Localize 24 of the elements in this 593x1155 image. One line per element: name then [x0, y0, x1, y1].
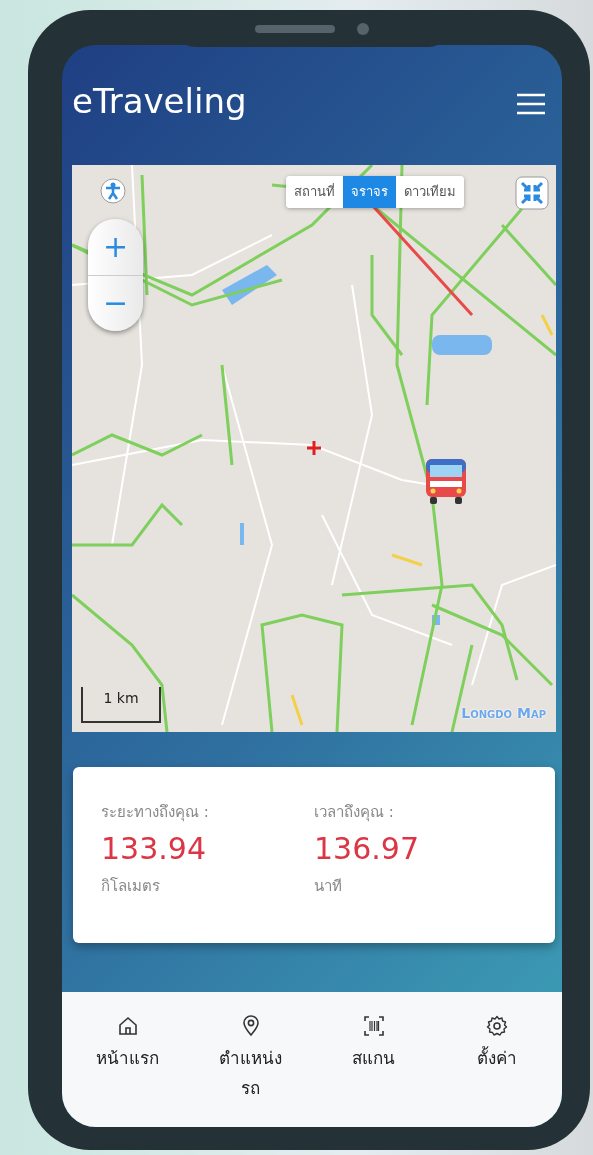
settings-icon [484, 1014, 509, 1038]
nav-item[interactable]: สแกน [312, 1014, 435, 1074]
layer-tab[interactable]: ดาวเทียม [396, 176, 464, 208]
fullscreen-icon[interactable] [515, 176, 549, 210]
barcode-scan-icon [361, 1014, 386, 1038]
info-value: 136.97 [314, 831, 420, 865]
layer-tab[interactable]: สถานที่ [286, 176, 343, 208]
speaker-icon [255, 24, 335, 33]
info-label: เวลาถึงคุณ : [314, 802, 395, 824]
info-value: 133.94 [101, 831, 207, 865]
info-unit: นาที [314, 875, 343, 897]
info-unit: กิโลเมตร [101, 875, 161, 897]
info-label: ระยะทางถึงคุณ : [101, 802, 210, 824]
app-title: eTraveling [72, 83, 247, 121]
accessibility-icon[interactable] [100, 178, 126, 204]
nav-item[interactable]: ตั้งค่า [435, 1014, 558, 1074]
cross-marker-icon [306, 440, 322, 456]
bus-icon [424, 457, 468, 505]
nav-item[interactable]: หน้าแรก [66, 1014, 189, 1074]
map-scale: 1 km [81, 687, 161, 723]
map-attribution: Longdo Map [461, 704, 546, 723]
nav-item[interactable]: ตำแหน่งรถ [189, 1014, 312, 1104]
camera-icon [357, 22, 369, 35]
layer-tab[interactable]: จราจร [343, 176, 396, 208]
